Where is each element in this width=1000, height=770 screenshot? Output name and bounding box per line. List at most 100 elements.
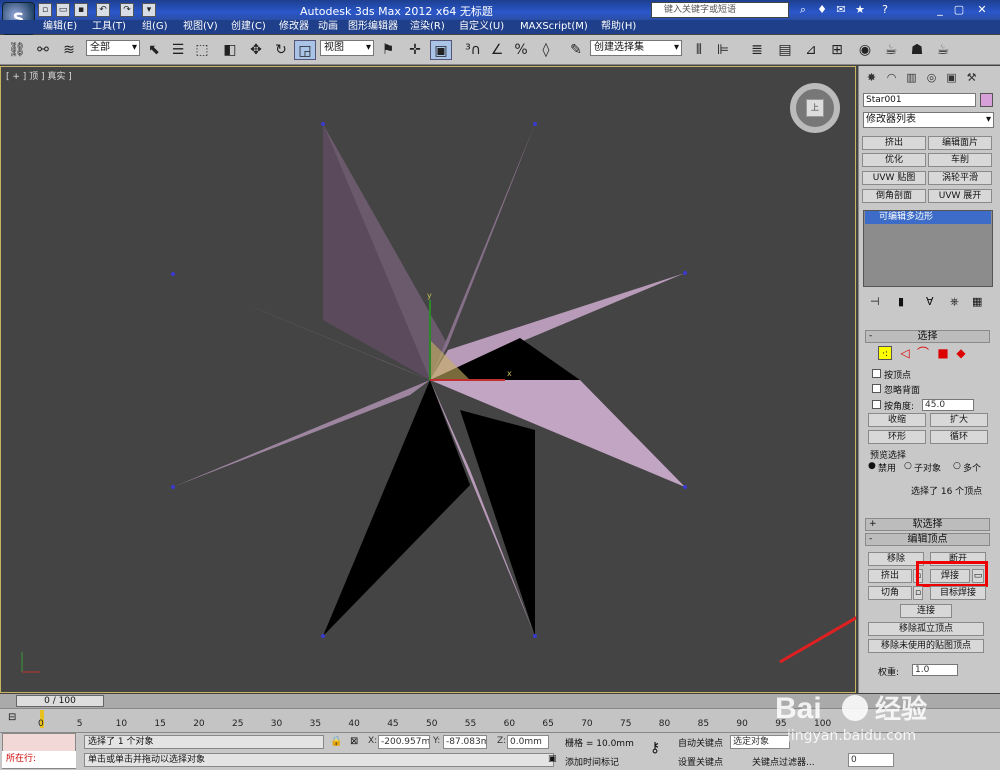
bind-space-warp-icon[interactable]: ≋	[58, 40, 80, 60]
remove-unused-map-vertices-button[interactable]: 移除未使用的贴图顶点	[868, 639, 984, 653]
modifier-lathe-button[interactable]: 车削	[928, 153, 992, 167]
open-file-icon[interactable]: ▭	[56, 3, 70, 17]
reference-coord-dropdown[interactable]: 视图	[320, 40, 374, 56]
weight-spinner[interactable]: 1.0	[912, 664, 958, 676]
select-manipulate-icon[interactable]: ✛	[404, 40, 426, 60]
object-color-swatch[interactable]	[980, 93, 993, 107]
link-icon[interactable]: ⛓	[6, 40, 28, 60]
menu-group[interactable]: 组(G)	[142, 20, 168, 34]
new-file-icon[interactable]: ▫	[38, 3, 52, 17]
render-setup-icon[interactable]: ☕	[880, 40, 902, 60]
select-by-name-icon[interactable]: ☰	[167, 40, 189, 60]
preview-multi-radio[interactable]: ○	[953, 461, 961, 471]
current-frame-field[interactable]: 0	[848, 753, 894, 767]
minimize-icon[interactable]: _	[932, 3, 948, 17]
schematic-view-icon[interactable]: ⊞	[826, 40, 848, 60]
absolute-mode-icon[interactable]: ⊠	[350, 736, 358, 747]
preview-subobj-radio[interactable]: ○	[904, 461, 912, 471]
keyboard-shortcut-icon[interactable]: ▣	[430, 40, 452, 60]
modifier-uvw-map-button[interactable]: UVW 贴图	[862, 171, 926, 185]
rect-selection-icon[interactable]: ⬚	[191, 40, 213, 60]
extrude-button[interactable]: 挤出	[868, 569, 912, 583]
utilities-tab-icon[interactable]: ⚒	[962, 70, 981, 86]
remove-isolated-vertices-button[interactable]: 移除孤立顶点	[868, 622, 984, 636]
pin-stack-icon[interactable]: ⊣	[870, 295, 880, 308]
stack-item-editable-poly[interactable]: 可编辑多边形	[865, 211, 991, 224]
menu-graph-editors[interactable]: 图形编辑器	[348, 20, 398, 34]
menu-rendering[interactable]: 渲染(R)	[410, 20, 445, 34]
edge-level-icon[interactable]: ◁	[898, 346, 912, 360]
select-object-icon[interactable]: ⬉	[143, 40, 165, 60]
percent-snap-icon[interactable]: %	[510, 40, 532, 60]
modifier-edit-patch-button[interactable]: 编辑面片	[928, 136, 992, 150]
redo-icon[interactable]: ↷	[120, 3, 134, 17]
star-object[interactable]: y x	[0, 66, 856, 693]
border-level-icon[interactable]: ⌒	[916, 346, 930, 360]
search-input[interactable]: 键入关键字或短语	[651, 2, 789, 18]
modifier-extrude-button[interactable]: 挤出	[862, 136, 926, 150]
help-icon[interactable]: ?	[877, 3, 893, 17]
rendered-frame-icon[interactable]: ☗	[906, 40, 928, 60]
communication-icon[interactable]: ✉	[833, 3, 849, 17]
add-time-tag-button[interactable]: 添加时间标记	[565, 755, 619, 768]
window-crossing-icon[interactable]: ◧	[219, 40, 241, 60]
modifier-unwrap-uvw-button[interactable]: UVW 展开	[928, 189, 992, 203]
remove-modifier-icon[interactable]: ⎈	[950, 295, 959, 309]
material-editor-icon[interactable]: ◉	[854, 40, 876, 60]
show-end-result-icon[interactable]: ▮	[898, 295, 904, 308]
set-key-button[interactable]: 设置关键点	[678, 755, 723, 768]
chamfer-button[interactable]: 切角	[868, 586, 912, 600]
move-icon[interactable]: ✥	[245, 40, 267, 60]
by-angle-checkbox[interactable]	[872, 400, 881, 409]
angle-snap-icon[interactable]: ∠	[486, 40, 508, 60]
preview-off-radio[interactable]: ●	[868, 461, 876, 471]
y-coordinate-field[interactable]: -87.083mm	[443, 735, 487, 749]
menu-maxscript[interactable]: MAXScript(M)	[520, 20, 588, 34]
maximize-icon[interactable]: ▢	[951, 3, 967, 17]
hierarchy-tab-icon[interactable]: ▥	[902, 70, 921, 86]
layer-manager-icon[interactable]: ≣	[746, 40, 768, 60]
graphite-ribbon-icon[interactable]: ▤	[774, 40, 796, 60]
modifier-turbosmooth-button[interactable]: 涡轮平滑	[928, 171, 992, 185]
key-filters-button[interactable]: 关键点过滤器...	[752, 755, 815, 768]
connect-button[interactable]: 连接	[900, 604, 952, 618]
snap-3d-icon[interactable]: ³∩	[462, 40, 484, 60]
menu-create[interactable]: 创建(C)	[231, 20, 266, 34]
modifier-optimize-button[interactable]: 优化	[862, 153, 926, 167]
scale-icon[interactable]: ◲	[294, 40, 316, 60]
make-unique-icon[interactable]: ∀	[926, 295, 934, 308]
soft-selection-rollout-header[interactable]: + 软选择	[865, 518, 990, 531]
ignore-backfacing-checkbox[interactable]	[872, 384, 881, 393]
project-folder-icon[interactable]: ▾	[142, 3, 156, 17]
align-icon[interactable]: ⊫	[712, 40, 734, 60]
object-name-input[interactable]: Star001	[863, 93, 976, 107]
edit-named-sel-icon[interactable]: ✎	[565, 40, 587, 60]
set-key-icon[interactable]: ⚷	[650, 740, 660, 756]
favorites-icon[interactable]: ★	[852, 3, 868, 17]
angle-spinner[interactable]: 45.0	[922, 399, 974, 411]
selection-filter-dropdown[interactable]: 全部	[86, 40, 140, 56]
vertex-level-icon[interactable]: ·:	[878, 346, 892, 360]
configure-sets-icon[interactable]: ▦	[972, 295, 982, 308]
menu-help[interactable]: 帮助(H)	[601, 20, 636, 34]
render-icon[interactable]: ☕	[932, 40, 954, 60]
named-selection-dropdown[interactable]: 创建选择集	[590, 40, 682, 56]
modify-tab-icon[interactable]: ◠	[882, 70, 901, 86]
close-icon[interactable]: ✕	[974, 3, 990, 17]
menu-modifiers[interactable]: 修改器	[279, 20, 309, 34]
subscription-icon[interactable]: ♦	[814, 3, 830, 17]
menu-views[interactable]: 视图(V)	[183, 20, 218, 34]
selection-rollout-header[interactable]: - 选择	[865, 330, 990, 343]
mirror-icon[interactable]: ⫴	[688, 40, 710, 60]
unlink-icon[interactable]: ⚯	[32, 40, 54, 60]
ring-button[interactable]: 环形	[868, 430, 926, 444]
shrink-button[interactable]: 收缩	[868, 413, 926, 427]
display-tab-icon[interactable]: ▣	[942, 70, 961, 86]
edit-vertices-rollout-header[interactable]: - 编辑顶点	[865, 533, 990, 546]
undo-icon[interactable]: ↶	[96, 3, 110, 17]
auto-key-button[interactable]: 自动关键点	[678, 736, 723, 749]
menu-customize[interactable]: 自定义(U)	[459, 20, 504, 34]
modifier-bevel-profile-button[interactable]: 倒角剖面	[862, 189, 926, 203]
motion-tab-icon[interactable]: ◎	[922, 70, 941, 86]
menu-tools[interactable]: 工具(T)	[92, 20, 126, 34]
